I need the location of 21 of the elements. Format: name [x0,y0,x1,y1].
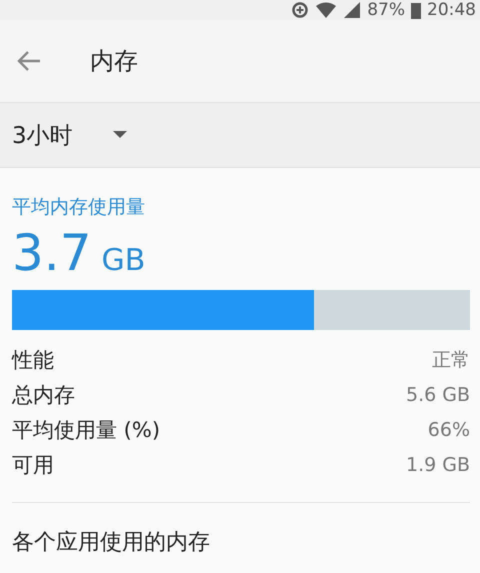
page-title: 内存 [90,46,138,77]
stat-value: 正常 [432,348,470,372]
clock: 20:48 [427,0,476,20]
period-dropdown[interactable]: 3小时 [12,120,127,150]
wifi-icon [315,2,338,18]
stat-label: 性能 [12,346,54,374]
stat-label: 平均使用量 (%) [12,416,160,444]
stat-label: 可用 [12,452,54,478]
battery-percent: 87% [367,0,405,20]
back-arrow-icon[interactable] [16,50,42,72]
usage-unit: GB [102,243,146,278]
stat-value: 66% [428,418,470,440]
section-title: 各个应用使用的内存 [12,502,470,557]
average-usage-label: 平均内存使用量 [12,195,146,220]
battery-icon [411,2,421,18]
stat-value: 1.9 GB [406,454,470,476]
stat-value: 5.6 GB [406,384,470,406]
data-saver-icon [291,1,310,19]
dropdown-caret-icon [112,131,127,139]
usage-amount: 3.7 [12,224,92,282]
stat-label: 总内存 [12,382,75,408]
